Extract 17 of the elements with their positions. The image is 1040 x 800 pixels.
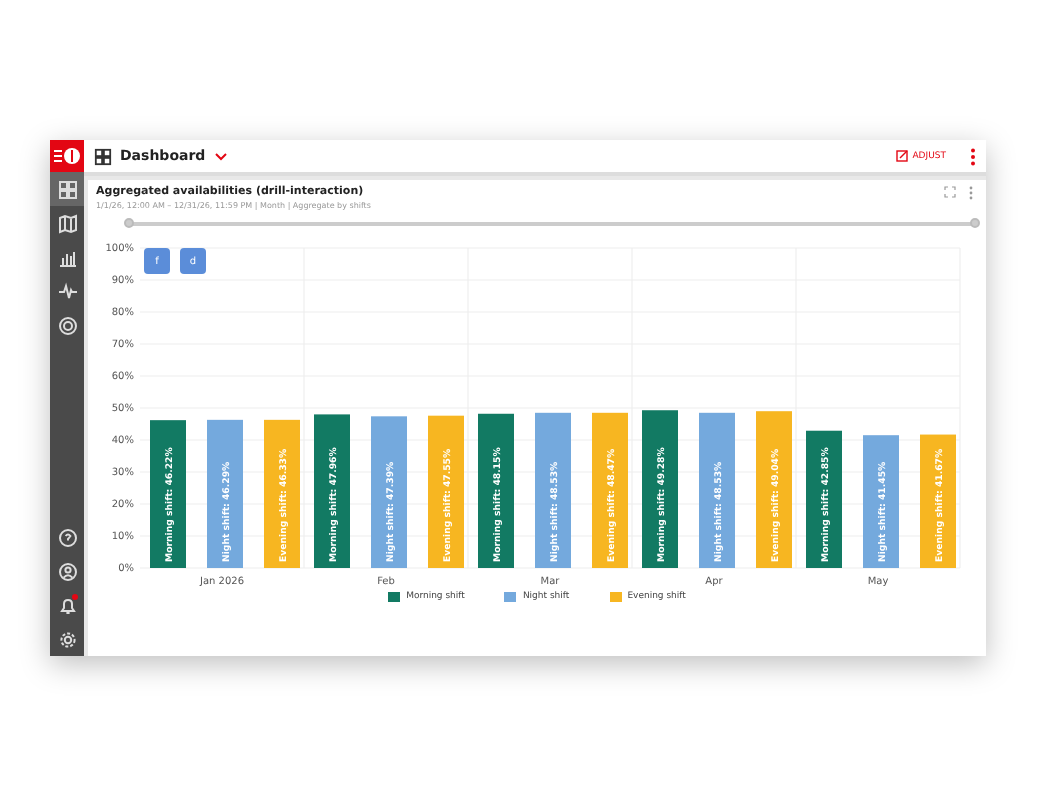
bar[interactable] [314,414,350,568]
bar[interactable] [478,413,514,568]
chevron-down-icon[interactable] [213,151,228,161]
bell-icon[interactable] [57,595,77,615]
bar[interactable] [806,430,842,568]
more-icon[interactable] [970,147,976,165]
edit-icon [896,150,909,162]
bar[interactable] [642,410,678,568]
bar[interactable] [150,420,186,568]
gear-icon[interactable] [57,629,77,649]
dashboard-icon [94,147,112,165]
help-icon[interactable] [57,527,77,547]
logo-icon[interactable] [50,140,84,172]
range-slider[interactable] [128,218,974,230]
dashboard-icon[interactable] [50,172,84,206]
user-icon[interactable] [57,561,77,581]
more-icon[interactable] [968,186,974,200]
